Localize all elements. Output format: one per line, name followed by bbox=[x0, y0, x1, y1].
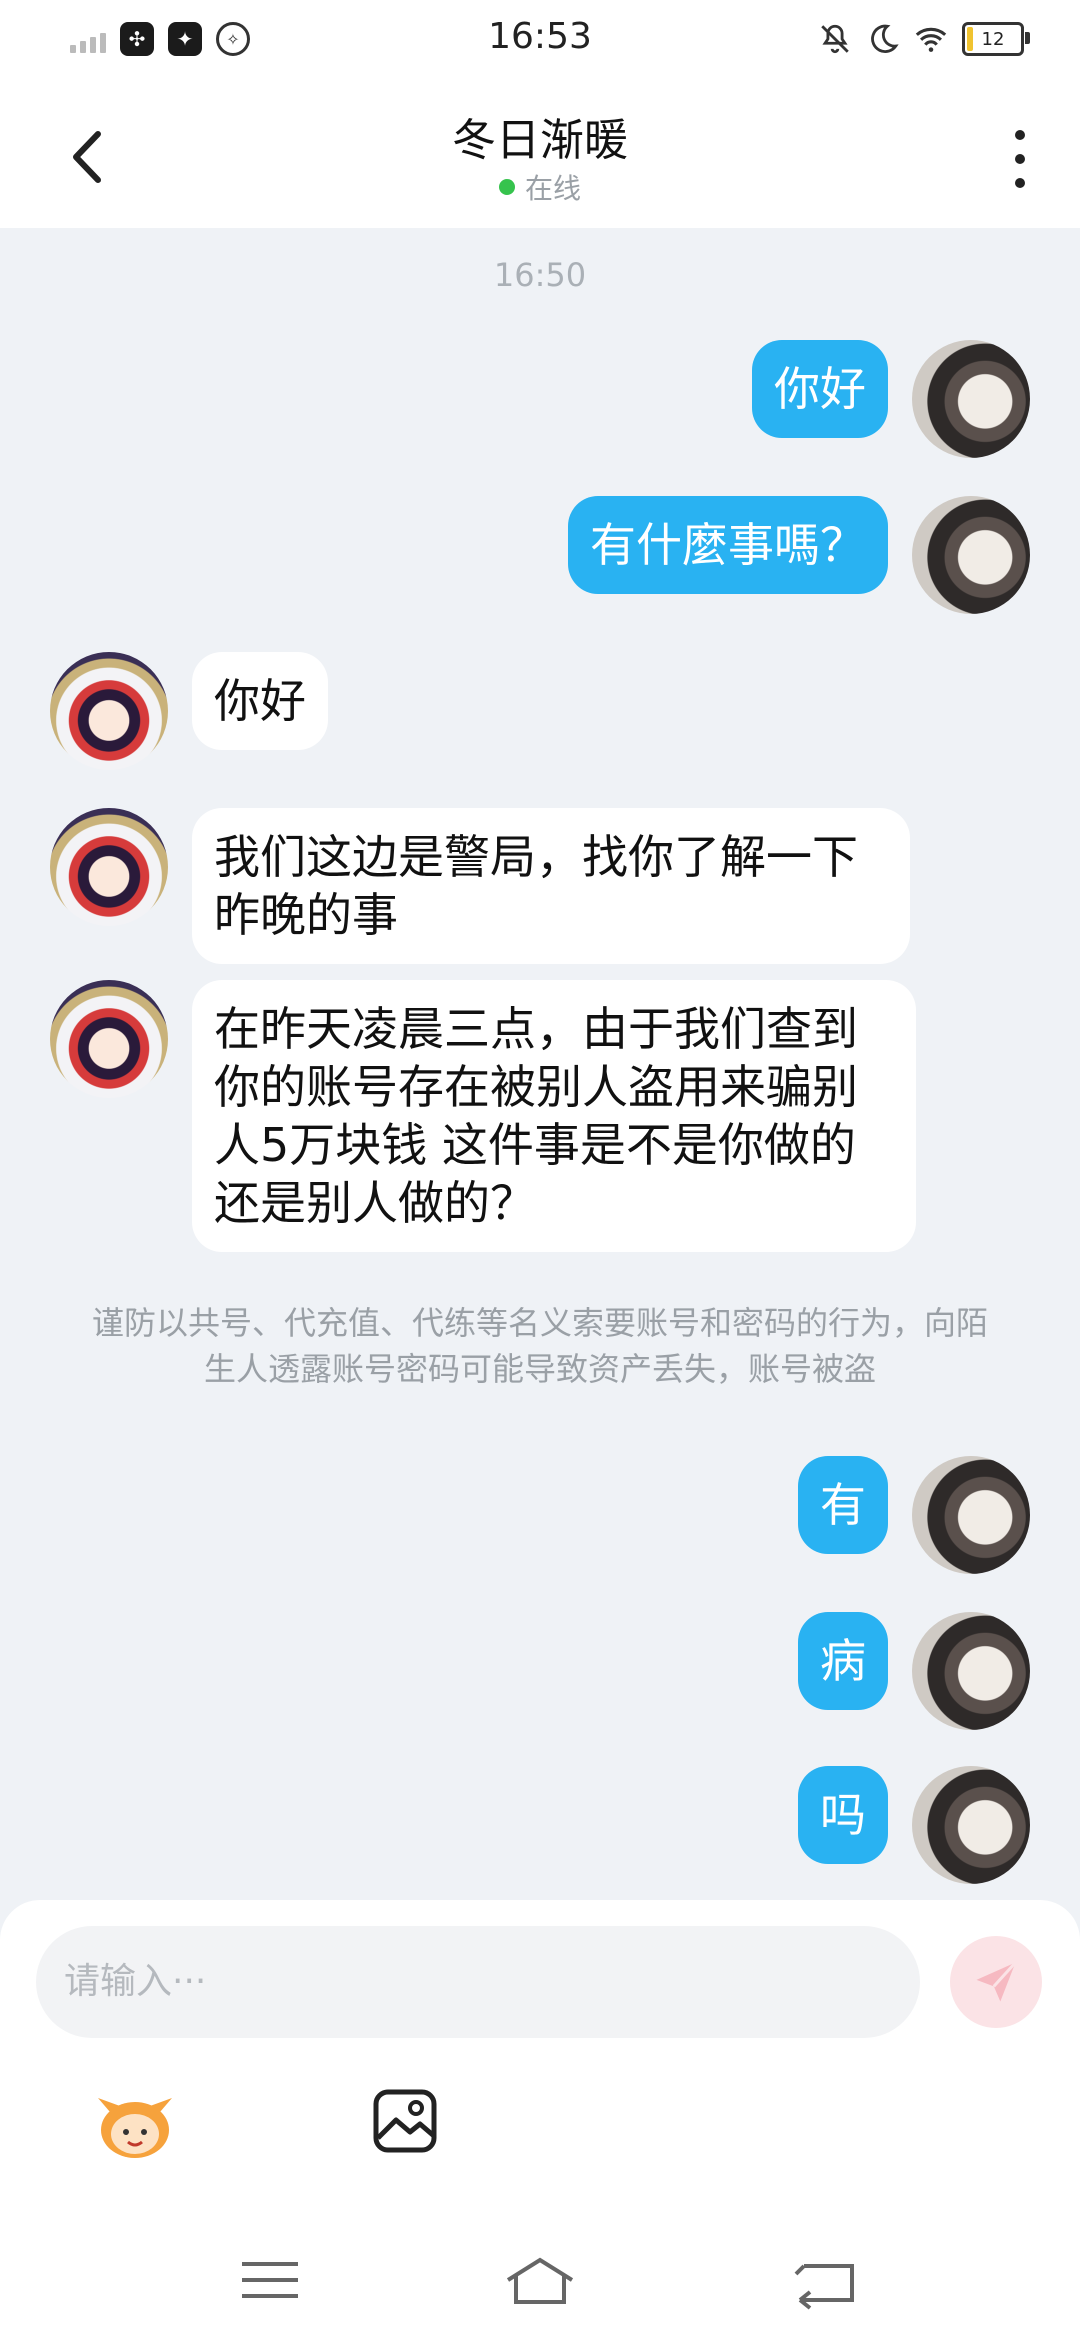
presence-label: 在线 bbox=[524, 172, 581, 205]
my-avatar[interactable] bbox=[912, 340, 1030, 458]
wifi-icon bbox=[915, 27, 947, 52]
moon-icon bbox=[871, 24, 899, 53]
composer: 请输入··· bbox=[0, 1900, 1080, 2340]
my-avatar[interactable] bbox=[912, 1456, 1030, 1574]
message-bubble-sent[interactable]: 病 bbox=[798, 1612, 888, 1710]
mute-icon bbox=[821, 24, 849, 54]
message-bubble-sent[interactable]: 有 bbox=[798, 1456, 888, 1554]
more-options-button[interactable] bbox=[1000, 126, 1040, 192]
send-icon bbox=[976, 1961, 1017, 2002]
image-picker-icon[interactable] bbox=[370, 2086, 440, 2156]
message-bubble-received[interactable]: 我们这边是警局，找你了解一下昨晚的事 bbox=[192, 808, 910, 964]
send-button[interactable] bbox=[950, 1936, 1042, 2028]
contact-avatar[interactable] bbox=[50, 652, 168, 770]
message-bubble-sent[interactable]: 有什麼事嗎？ bbox=[568, 496, 888, 594]
battery-level bbox=[967, 27, 973, 51]
my-avatar[interactable] bbox=[912, 1612, 1030, 1730]
battery-level-text: 12 bbox=[981, 28, 1005, 50]
sticker-icon[interactable] bbox=[90, 2086, 180, 2162]
contact-name: 冬日渐暖 bbox=[452, 115, 628, 166]
message-bubble-sent[interactable]: 你好 bbox=[752, 340, 888, 438]
message-timestamp: 16:50 bbox=[493, 256, 587, 294]
home-nav-icon[interactable] bbox=[490, 2250, 590, 2310]
status-right: 12 bbox=[818, 22, 1030, 56]
back-nav-icon[interactable] bbox=[774, 2250, 874, 2310]
battery-icon: 12 bbox=[962, 22, 1030, 56]
message-bubble-received[interactable]: 你好 bbox=[192, 652, 328, 750]
contact-avatar[interactable] bbox=[50, 808, 168, 926]
status-bar: ✣ ✦ ✧ 16:53 12 bbox=[0, 0, 1080, 82]
presence-status: 在线 bbox=[0, 167, 1080, 207]
online-dot-icon bbox=[498, 179, 515, 195]
message-bubble-received[interactable]: 在昨天凌晨三点，由于我们查到你的账号存在被别人盗用来骗别人5万块钱 这件事是不是… bbox=[192, 980, 916, 1252]
system-nav-bar bbox=[0, 2220, 1080, 2340]
menu-nav-icon[interactable] bbox=[220, 2250, 320, 2310]
message-input[interactable]: 请输入··· bbox=[36, 1926, 920, 2038]
message-bubble-sent[interactable]: 吗 bbox=[798, 1766, 888, 1864]
contact-avatar[interactable] bbox=[50, 980, 168, 1098]
my-avatar[interactable] bbox=[912, 496, 1030, 614]
chat-header: 冬日渐暖 在线 bbox=[0, 82, 1080, 228]
my-avatar[interactable] bbox=[912, 1766, 1030, 1884]
security-notice: 谨防以共号、代充值、代练等名义索要账号和密码的行为，向陌生人透露账号密码可能导致… bbox=[91, 1304, 988, 1388]
